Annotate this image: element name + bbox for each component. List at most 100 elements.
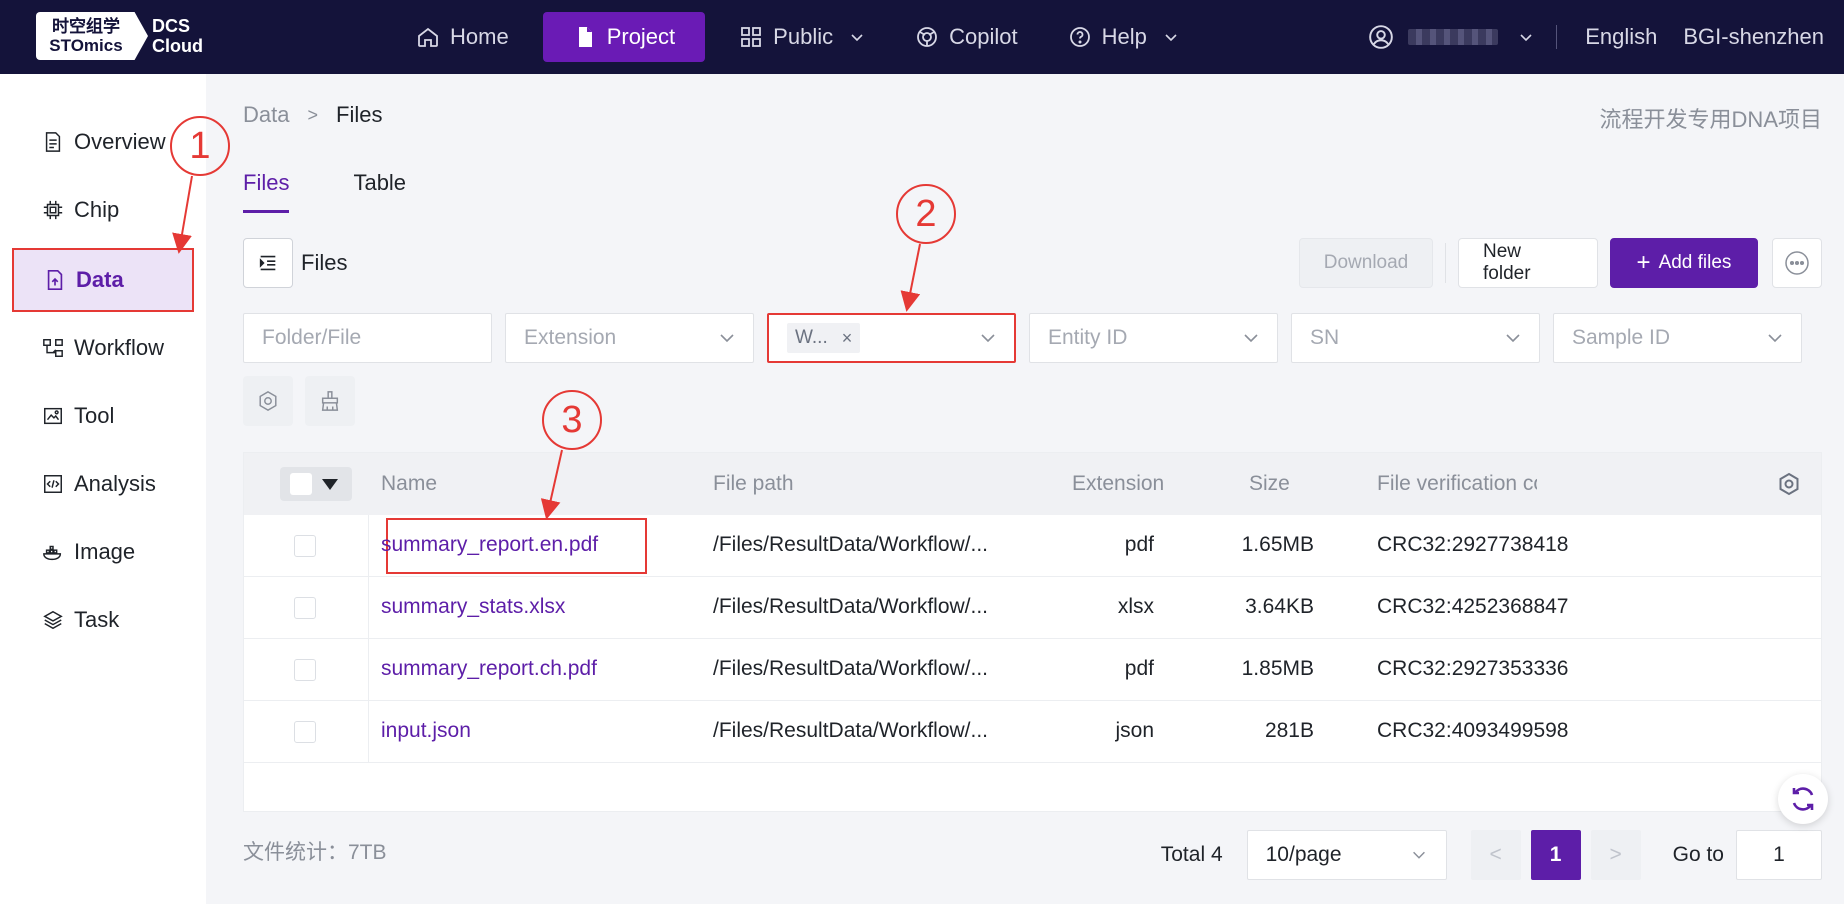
tabs: Files Table (243, 170, 470, 213)
nav-public[interactable]: Public (723, 12, 881, 62)
sample-id-select[interactable]: Sample ID (1553, 313, 1802, 363)
chip-icon (43, 200, 63, 220)
entity-id-select[interactable]: Entity ID (1029, 313, 1278, 363)
sidebar-item-data[interactable]: Data (12, 248, 194, 312)
select-all-checkbox[interactable] (280, 467, 352, 501)
sidebar-item-analysis[interactable]: Analysis (12, 454, 194, 514)
home-icon (418, 27, 438, 47)
username-redacted[interactable] (1408, 29, 1499, 45)
add-files-button[interactable]: + Add files (1610, 238, 1758, 288)
breadcrumb-data[interactable]: Data (243, 102, 289, 128)
table-row[interactable]: input.json /Files/ResultData/Workflow/..… (244, 701, 1821, 763)
file-extension: pdf (1124, 533, 1154, 556)
sn-select[interactable]: SN (1291, 313, 1540, 363)
organization-name[interactable]: BGI-shenzhen (1683, 24, 1824, 50)
caret-down-icon (322, 478, 338, 490)
clear-filter-button[interactable] (305, 376, 355, 426)
file-name-link[interactable]: summary_report.en.pdf (381, 533, 598, 557)
file-extension: pdf (1124, 657, 1154, 680)
total-count: Total 4 (1160, 843, 1223, 866)
sidebar-item-chip[interactable]: Chip (12, 180, 194, 240)
sidebar-item-workflow[interactable]: Workflow (12, 318, 194, 378)
nav-home[interactable]: Home (400, 12, 525, 62)
filter-settings-button[interactable] (243, 376, 293, 426)
file-size: 1.65MB (1241, 533, 1314, 556)
extension-select[interactable]: Extension (505, 313, 754, 363)
page-size-select[interactable]: 10/page (1246, 830, 1447, 880)
row-checkbox[interactable] (294, 721, 316, 743)
filter-actions (243, 376, 367, 426)
chevron-down-icon[interactable] (1518, 29, 1534, 45)
col-size[interactable]: Size (1249, 472, 1290, 496)
table-row[interactable]: summary_report.ch.pdf /Files/ResultData/… (244, 639, 1821, 701)
file-checksum: CRC32:2927353336 (1377, 657, 1569, 680)
chevron-down-icon (1244, 334, 1258, 343)
annotation-2: 2 (896, 184, 956, 244)
nav-copilot[interactable]: Copilot (899, 12, 1033, 62)
workflow-select[interactable]: W... × (767, 313, 1016, 363)
toolbar-divider (1445, 243, 1446, 283)
file-icon (578, 27, 592, 47)
file-name-link[interactable]: summary_report.ch.pdf (381, 657, 597, 681)
tag-close-icon[interactable]: × (842, 328, 853, 349)
annotation-1: 1 (170, 116, 230, 176)
more-button[interactable] (1772, 238, 1822, 288)
goto-page-input[interactable]: 1 (1736, 830, 1822, 880)
file-checksum: CRC32:4093499598 (1377, 719, 1569, 742)
file-checksum: CRC32:4252368847 (1377, 595, 1569, 618)
col-extension[interactable]: Extension (1072, 472, 1164, 496)
sidebar-item-tool[interactable]: Tool (12, 386, 194, 446)
file-extension: xlsx (1117, 595, 1154, 618)
sidebar-item-task[interactable]: Task (12, 590, 194, 650)
logo-dcs: DCS (152, 16, 191, 36)
new-folder-button[interactable]: New folder (1458, 238, 1598, 288)
analysis-icon (44, 475, 62, 493)
tab-table[interactable]: Table (353, 170, 406, 213)
file-extension: json (1115, 719, 1154, 742)
copilot-icon (917, 27, 937, 47)
main-nav: Home Project Public Copilot Help (400, 12, 1213, 62)
col-path[interactable]: File path (713, 472, 794, 496)
download-button[interactable]: Download (1299, 238, 1433, 288)
prev-page-button[interactable]: < (1470, 830, 1521, 880)
grid-icon (741, 27, 762, 47)
next-page-button[interactable]: > (1590, 830, 1641, 880)
sidebar-item-overview[interactable]: Overview (12, 112, 194, 172)
logo[interactable]: 时空组学 STOmics DCS Cloud (36, 12, 203, 60)
col-checksum[interactable]: File verification cod (1377, 472, 1537, 496)
filter-bar: Folder/File Extension W... × Entity ID S… (243, 313, 1802, 363)
outdent-icon (259, 255, 276, 271)
file-path: /Files/ResultData/Workflow/... (713, 533, 989, 556)
language-switch[interactable]: English (1585, 24, 1657, 50)
nav-project[interactable]: Project (542, 12, 706, 62)
col-name[interactable]: Name (381, 472, 437, 496)
project-name: 流程开发专用DNA项目 (1599, 107, 1822, 132)
chevron-down-icon (981, 334, 995, 343)
layers-icon (43, 610, 63, 630)
file-checksum: CRC32:2927738418 (1377, 533, 1569, 556)
refresh-button[interactable] (1778, 774, 1828, 824)
file-stats: 文件统计：7TB (243, 841, 387, 864)
user-icon[interactable] (1368, 24, 1394, 50)
page-1-button[interactable]: 1 (1530, 830, 1581, 880)
logo-cn: 时空组学 (52, 17, 120, 36)
nav-help[interactable]: Help (1052, 12, 1195, 62)
row-checkbox[interactable] (294, 535, 316, 557)
table-row[interactable]: summary_stats.xlsx /Files/ResultData/Wor… (244, 577, 1821, 639)
table-row[interactable]: summary_report.en.pdf /Files/ResultData/… (244, 515, 1821, 577)
selected-tag: W... × (787, 323, 861, 353)
help-icon (1069, 27, 1090, 47)
column-settings-icon[interactable] (1777, 472, 1801, 496)
row-checkbox[interactable] (294, 659, 316, 681)
file-name-link[interactable]: summary_stats.xlsx (381, 595, 565, 619)
file-size: 1.85MB (1241, 657, 1314, 680)
file-path: /Files/ResultData/Workflow/... (713, 595, 989, 618)
folder-file-input[interactable]: Folder/File (243, 313, 492, 363)
file-size: 281B (1264, 719, 1314, 742)
toggle-tree-button[interactable] (243, 238, 293, 288)
tab-files[interactable]: Files (243, 170, 290, 213)
row-checkbox[interactable] (294, 597, 316, 619)
file-name-link[interactable]: input.json (381, 719, 471, 743)
refresh-icon (1792, 787, 1814, 811)
sidebar-item-image[interactable]: Image (12, 522, 194, 582)
